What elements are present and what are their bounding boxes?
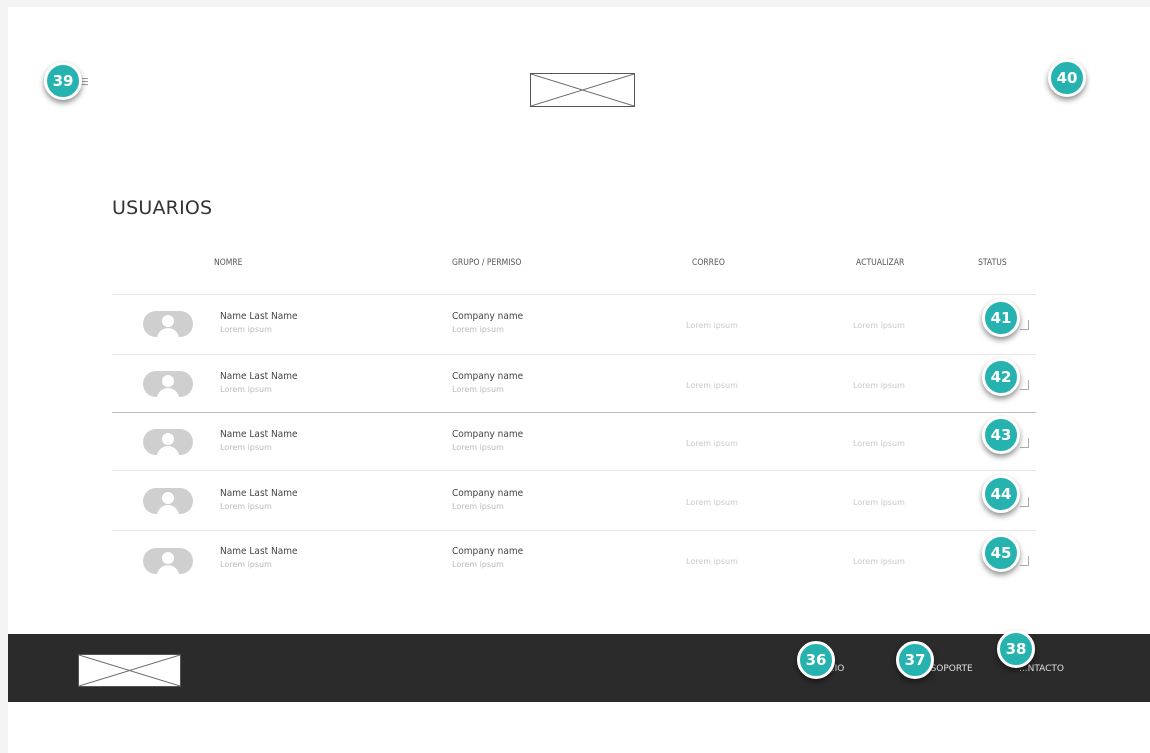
annotation-badge-footer: 36: [797, 641, 835, 679]
company-name: Company name: [452, 546, 524, 557]
row-divider: [112, 354, 1036, 355]
user-name: Name Last Name: [220, 546, 298, 557]
column-header-name: NOMRE: [214, 258, 243, 268]
update-value[interactable]: Lorem ipsum: [853, 439, 905, 448]
user-name: Name Last Name: [220, 429, 298, 440]
company-subtitle: Lorem ipsum: [452, 385, 504, 394]
email-value: Lorem ipsum: [686, 439, 738, 448]
annotation-badge-user: 40: [1048, 59, 1086, 97]
annotation-badge-row: 45: [982, 534, 1020, 572]
company-subtitle: Lorem ipsum: [452, 560, 504, 569]
user-subtitle: Lorem ipsum: [220, 502, 272, 511]
annotation-badge-row: 42: [982, 358, 1020, 396]
avatar: [143, 371, 193, 397]
annotation-badge-menu: 39: [44, 62, 82, 100]
annotation-badge-footer: 37: [896, 641, 934, 679]
company-name: Company name: [452, 488, 524, 499]
annotation-badge-row: 43: [982, 416, 1020, 454]
row-divider: [112, 294, 1036, 295]
company-subtitle: Lorem ipsum: [452, 443, 504, 452]
status-checkbox[interactable]: [1020, 320, 1029, 330]
update-value[interactable]: Lorem ipsum: [853, 557, 905, 566]
row-divider: [112, 530, 1036, 531]
avatar: [143, 488, 193, 514]
email-value: Lorem ipsum: [686, 381, 738, 390]
annotation-badge-row: 44: [982, 475, 1020, 513]
company-subtitle: Lorem ipsum: [452, 325, 504, 334]
image-placeholder-icon: [79, 655, 180, 686]
company-subtitle: Lorem ipsum: [452, 502, 504, 511]
column-header-status: STATUS: [978, 258, 1007, 268]
update-value[interactable]: Lorem ipsum: [853, 381, 905, 390]
column-header-update: ACTUALIZAR: [856, 258, 905, 268]
user-subtitle: Lorem ipsum: [220, 560, 272, 569]
status-checkbox[interactable]: [1020, 438, 1029, 448]
avatar: [143, 429, 193, 455]
user-subtitle: Lorem ipsum: [220, 443, 272, 452]
column-header-group: GRUPO / PERMISO: [452, 258, 522, 268]
user-name: Name Last Name: [220, 371, 298, 382]
avatar: [143, 548, 193, 574]
user-name: Name Last Name: [220, 311, 298, 322]
update-value[interactable]: Lorem ipsum: [853, 498, 905, 507]
footer-link-contacto[interactable]: ...NTACTO: [1019, 664, 1064, 674]
status-checkbox[interactable]: [1020, 497, 1029, 507]
email-value: Lorem ipsum: [686, 557, 738, 566]
row-divider: [112, 412, 1036, 413]
user-name: Name Last Name: [220, 488, 298, 499]
email-value: Lorem ipsum: [686, 321, 738, 330]
status-checkbox[interactable]: [1020, 380, 1029, 390]
email-value: Lorem ipsum: [686, 498, 738, 507]
company-name: Company name: [452, 311, 524, 322]
header-logo-placeholder[interactable]: [530, 73, 635, 107]
footer: ...IO ...SOPORTE ...NTACTO: [8, 634, 1150, 702]
update-value[interactable]: Lorem ipsum: [853, 321, 905, 330]
footer-logo-placeholder[interactable]: [78, 654, 181, 687]
user-subtitle: Lorem ipsum: [220, 385, 272, 394]
status-checkbox[interactable]: [1020, 556, 1029, 566]
image-placeholder-icon: [531, 74, 634, 106]
company-name: Company name: [452, 371, 524, 382]
company-name: Company name: [452, 429, 524, 440]
page-title: USUARIOS: [112, 197, 213, 219]
annotation-badge-footer: 38: [997, 630, 1035, 668]
user-subtitle: Lorem ipsum: [220, 325, 272, 334]
column-header-email: CORREO: [692, 258, 725, 268]
annotation-badge-row: 41: [982, 299, 1020, 337]
row-divider: [112, 470, 1036, 471]
avatar: [143, 311, 193, 337]
